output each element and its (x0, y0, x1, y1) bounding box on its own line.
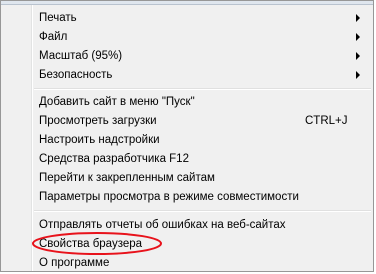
menu-separator (34, 210, 371, 212)
menu-item-label: Печать (39, 12, 77, 24)
menu-item-pinned-sites[interactable]: Перейти к закрепленным сайтам (1, 168, 373, 188)
menu-item-shortcut: CTRL+J (305, 115, 348, 127)
menu-item-safety[interactable]: Безопасность (1, 65, 373, 85)
menu-item-manage-addons[interactable]: Настроить надстройки (1, 130, 373, 150)
menu-item-label: Перейти к закрепленным сайтам (39, 172, 215, 184)
menu-item-label: Свойства браузера (39, 238, 143, 250)
menu-item-label: Добавить сайт в меню "Пуск" (39, 96, 195, 108)
menu-separator (34, 88, 371, 90)
menu-item-print[interactable]: Печать (1, 8, 373, 28)
menu-item-compatibility-view[interactable]: Параметры просмотра в режиме совместимос… (1, 187, 373, 207)
submenu-arrow-icon (356, 33, 360, 41)
menu-item-zoom[interactable]: Масштаб (95%) (1, 46, 373, 66)
menu-top-edge (1, 1, 373, 5)
submenu-arrow-icon (356, 71, 360, 79)
submenu-arrow-icon (356, 14, 360, 22)
menu-item-add-site-to-start[interactable]: Добавить сайт в меню "Пуск" (1, 92, 373, 112)
menu-item-label: О программе (39, 257, 110, 269)
menu-item-label: Настроить надстройки (39, 134, 160, 146)
tools-context-menu: Печать Файл Масштаб (95%) Безопасность Д… (0, 0, 374, 272)
menu-item-report-website-problems[interactable]: Отправлять отчеты об ошибках на веб-сайт… (1, 215, 373, 235)
menu-item-file[interactable]: Файл (1, 27, 373, 47)
menu-item-label: Масштаб (95%) (39, 50, 123, 62)
menu-item-view-downloads[interactable]: Просмотреть загрузки CTRL+J (1, 111, 373, 131)
menu-item-label: Безопасность (39, 69, 113, 81)
menu-item-label: Средства разработчика F12 (39, 153, 189, 165)
menu-item-about[interactable]: О программе (1, 253, 373, 273)
menu-item-label: Файл (39, 31, 68, 43)
menu-item-label: Отправлять отчеты об ошибках на веб-сайт… (39, 219, 286, 231)
menu-item-internet-options[interactable]: Свойства браузера (1, 234, 373, 254)
menu-item-label: Просмотреть загрузки (39, 115, 157, 127)
menu-item-label: Параметры просмотра в режиме совместимос… (39, 191, 299, 203)
menu-item-developer-tools[interactable]: Средства разработчика F12 (1, 149, 373, 169)
submenu-arrow-icon (356, 52, 360, 60)
